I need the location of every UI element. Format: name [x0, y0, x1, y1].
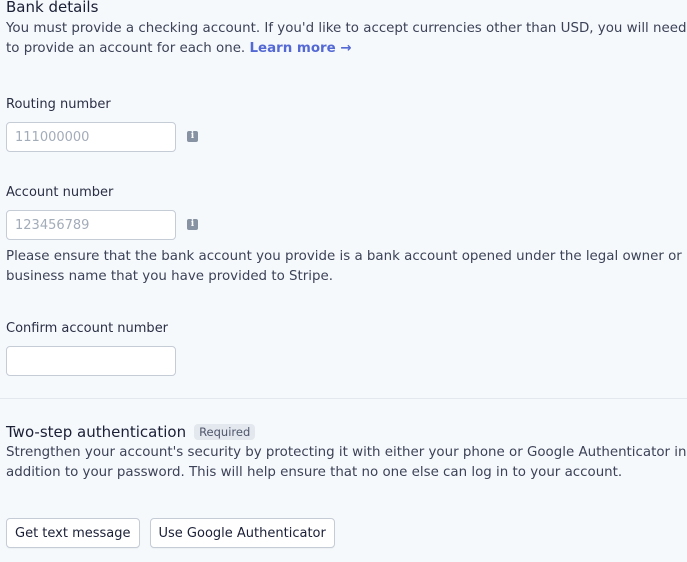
two-step-header: Two-step authentication Required — [6, 423, 256, 441]
account-number-label: Account number — [6, 185, 114, 200]
confirm-account-number-label: Confirm account number — [6, 321, 169, 336]
routing-number-input[interactable] — [6, 122, 176, 152]
bank-details-description: You must provide a checking account. If … — [6, 19, 687, 59]
info-icon[interactable]: i — [187, 131, 198, 142]
get-text-message-button[interactable]: Get text message — [6, 518, 140, 548]
two-step-buttons: Get text message Use Google Authenticato… — [6, 518, 335, 548]
two-step-description: Strengthen your account's security by pr… — [6, 445, 687, 480]
info-icon[interactable]: i — [187, 219, 198, 230]
learn-more-link[interactable]: Learn more → — [249, 41, 351, 56]
section-divider — [0, 398, 687, 399]
two-step-title: Two-step authentication — [6, 423, 187, 441]
account-number-input[interactable] — [6, 210, 176, 240]
account-ownership-note: Please ensure that the bank account you … — [6, 249, 682, 284]
use-google-authenticator-button[interactable]: Use Google Authenticator — [149, 518, 335, 548]
routing-number-label: Routing number — [6, 97, 111, 112]
required-badge: Required — [194, 424, 256, 440]
confirm-account-number-input[interactable] — [6, 346, 176, 376]
bank-details-title: Bank details — [6, 0, 99, 16]
